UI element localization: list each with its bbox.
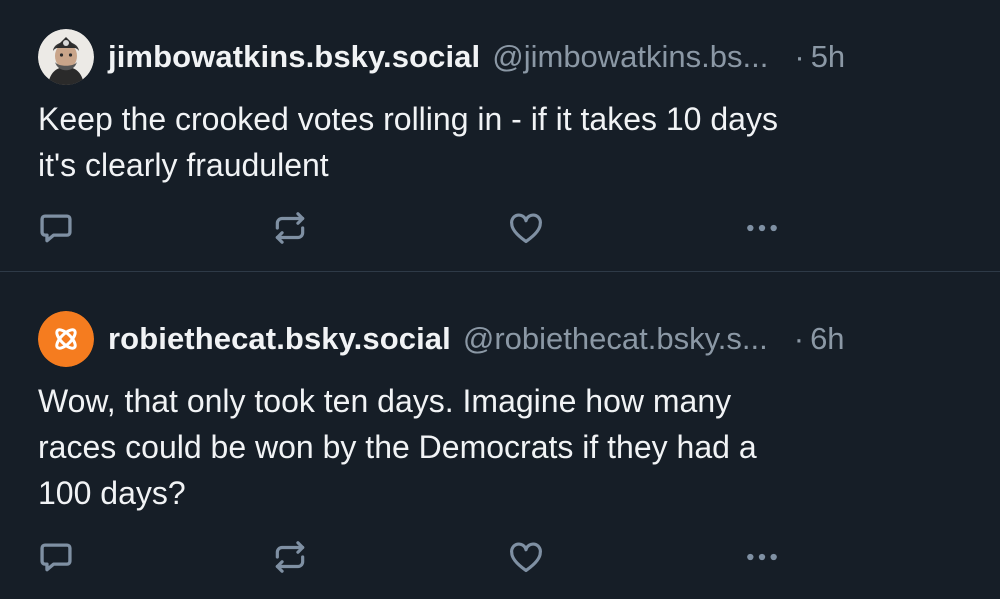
repost-icon	[275, 541, 305, 573]
like-icon	[510, 542, 542, 573]
timestamp[interactable]: 5h	[811, 39, 845, 75]
post-feed: jimbowatkins.bsky.social @jimbowatkins.b…	[0, 0, 1000, 599]
timestamp[interactable]: 6h	[810, 321, 844, 357]
reply-icon	[40, 543, 72, 572]
avatar[interactable]	[38, 311, 94, 367]
repost-icon	[275, 212, 305, 244]
like-icon	[510, 213, 542, 244]
handle[interactable]: @jimbowatkins.bs...	[492, 39, 768, 75]
post[interactable]: robiethecat.bsky.social @robiethecat.bsk…	[0, 271, 1000, 599]
post-header: jimbowatkins.bsky.social @jimbowatkins.b…	[108, 29, 960, 85]
more-options-icon	[747, 553, 777, 561]
separator-dot: ·	[794, 39, 805, 74]
display-name[interactable]: robiethecat.bsky.social	[108, 321, 451, 357]
post-actions	[0, 537, 1000, 577]
reply-button[interactable]	[36, 208, 76, 248]
post[interactable]: jimbowatkins.bsky.social @jimbowatkins.b…	[0, 0, 1000, 271]
handle[interactable]: @robiethecat.bsky.s...	[463, 321, 768, 357]
post-actions	[0, 208, 1000, 248]
reply-button[interactable]	[36, 537, 76, 577]
avatar[interactable]	[38, 29, 94, 85]
display-name[interactable]: jimbowatkins.bsky.social	[108, 39, 480, 75]
orange-default-avatar-icon	[38, 311, 94, 367]
post-text: Keep the crooked votes rolling in - if i…	[38, 101, 778, 183]
like-button[interactable]	[506, 208, 546, 248]
more-options-icon	[747, 224, 777, 232]
more-options-button[interactable]	[742, 537, 782, 577]
post-text: Wow, that only took ten days. Imagine ho…	[38, 383, 757, 511]
portrait-avatar-icon	[38, 29, 94, 85]
repost-button[interactable]	[270, 208, 310, 248]
post-header: robiethecat.bsky.social @robiethecat.bsk…	[108, 311, 960, 367]
repost-button[interactable]	[270, 537, 310, 577]
like-button[interactable]	[506, 537, 546, 577]
reply-icon	[40, 214, 72, 243]
separator-dot: ·	[793, 321, 805, 356]
more-options-button[interactable]	[742, 208, 782, 248]
